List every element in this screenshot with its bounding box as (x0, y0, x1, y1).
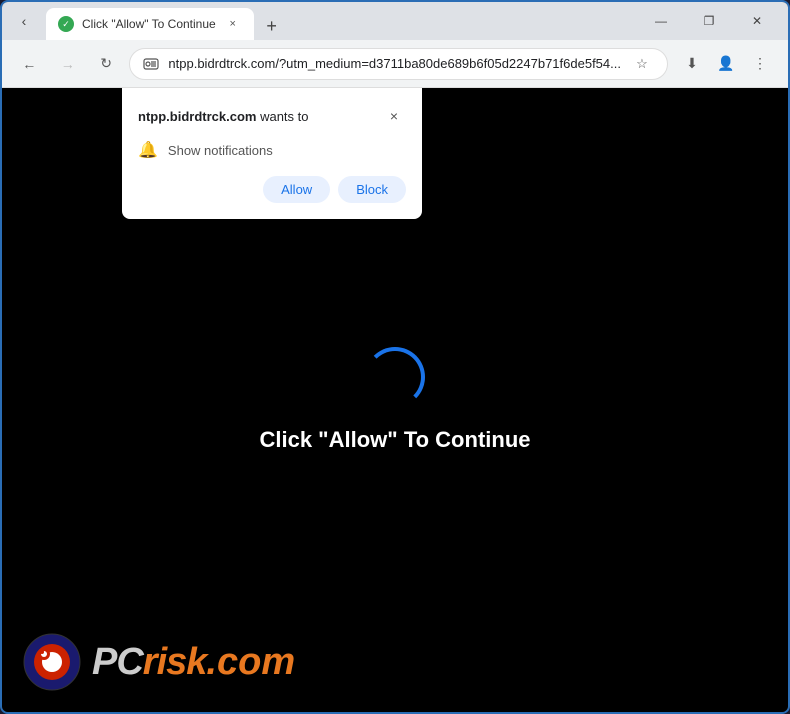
browser-content: Click "Allow" To Continue ntpp.bidrdtrck… (2, 88, 788, 712)
back-button[interactable]: ← (14, 48, 44, 80)
pcrisk-logo-icon (22, 632, 82, 692)
popup-buttons: Allow Block (138, 176, 406, 203)
url-bar[interactable]: ntpp.bidrdtrck.com/?utm_medium=d3711ba80… (129, 48, 668, 80)
popup-site-name: ntpp.bidrdtrck.com (138, 109, 256, 124)
block-button[interactable]: Block (338, 176, 406, 203)
refresh-button[interactable]: ↻ (91, 48, 121, 80)
loading-spinner (365, 347, 425, 407)
popup-notification-label: Show notifications (168, 143, 273, 158)
address-bar: ← → ↻ ntpp.bidrdtrck.com/?utm_medium=d37… (2, 40, 788, 88)
close-button[interactable]: ✕ (734, 5, 780, 37)
toolbar-actions: ⬇ 👤 ⋮ (676, 48, 776, 80)
popup-notification-row: 🔔 Show notifications (138, 140, 406, 160)
menu-button[interactable]: ⋮ (744, 48, 776, 80)
popup-title: ntpp.bidrdtrck.com wants to (138, 109, 309, 124)
tab-title: Click "Allow" To Continue (82, 17, 216, 31)
active-tab[interactable]: ✓ Click "Allow" To Continue × (46, 8, 254, 40)
forward-button[interactable]: → (52, 48, 82, 80)
bookmark-button[interactable]: ☆ (629, 51, 655, 77)
maximize-button[interactable]: ❐ (686, 5, 732, 37)
tab-back-btn[interactable]: ‹ (10, 7, 38, 35)
popup-header: ntpp.bidrdtrck.com wants to × (138, 104, 406, 128)
minimize-button[interactable]: — (638, 5, 684, 37)
title-bar: ‹ ✓ Click "Allow" To Continue × + — ❐ ✕ (2, 2, 788, 40)
tab-bar: ✓ Click "Allow" To Continue × + (46, 2, 634, 40)
window-controls: — ❐ ✕ (638, 5, 780, 37)
tab-favicon: ✓ (58, 16, 74, 32)
site-info-icon[interactable] (142, 55, 160, 73)
download-button[interactable]: ⬇ (676, 48, 708, 80)
popup-wants-to: wants to (260, 109, 308, 124)
bell-icon: 🔔 (138, 140, 158, 160)
permission-popup: ntpp.bidrdtrck.com wants to × 🔔 Show not… (122, 88, 422, 219)
page-main-text: Click "Allow" To Continue (259, 427, 530, 453)
allow-button[interactable]: Allow (263, 176, 330, 203)
url-text: ntpp.bidrdtrck.com/?utm_medium=d3711ba80… (168, 56, 621, 71)
popup-close-button[interactable]: × (382, 104, 406, 128)
browser-window: ‹ ✓ Click "Allow" To Continue × + — ❐ ✕ … (0, 0, 790, 714)
new-tab-button[interactable]: + (258, 12, 286, 40)
pcrisk-brand-text: PCrisk.com (92, 641, 295, 684)
url-actions: ☆ (629, 51, 655, 77)
pcrisk-watermark: PCrisk.com (22, 632, 295, 692)
tab-close-button[interactable]: × (224, 15, 242, 33)
profile-button[interactable]: 👤 (710, 48, 742, 80)
